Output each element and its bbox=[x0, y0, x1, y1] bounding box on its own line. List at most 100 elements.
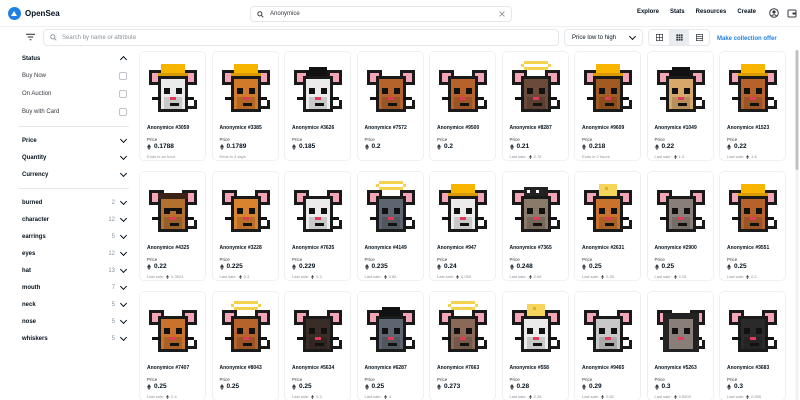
nft-card[interactable]: Anonymice #1523 Price 0.22 Last sale: 1.8 bbox=[719, 51, 786, 161]
nft-card[interactable]: Anonymice #6287 Price 0.25 Last sale: 4 bbox=[356, 291, 424, 400]
eth-icon bbox=[746, 274, 749, 279]
status-option-buy-with-card[interactable]: Buy with Card bbox=[18, 103, 129, 121]
sort-dropdown[interactable]: Price low to high bbox=[564, 29, 643, 46]
status-section-header[interactable]: Status bbox=[18, 50, 129, 67]
nft-card[interactable]: Anonymice #3059 Price 0.1788 Ends in an hou… bbox=[139, 51, 206, 161]
account-icon[interactable] bbox=[769, 8, 779, 18]
view-large-grid-button[interactable] bbox=[649, 30, 669, 45]
nft-card[interactable]: Anonymice #558 Price 0.28 Last sale: 0.28 bbox=[501, 291, 569, 400]
nft-card[interactable]: Anonymice #3626 Price 0.185 bbox=[284, 51, 351, 161]
nft-card[interactable]: Anonymice #7365 Price 0.248 Last sale: 0.65 bbox=[501, 171, 569, 281]
eth-icon bbox=[673, 154, 677, 159]
nft-card[interactable]: Anonymice #5263 Price 0.3 Last sale: 0.5909 bbox=[646, 291, 714, 400]
brand-logo[interactable]: OpenSea bbox=[8, 6, 60, 20]
price-value: 0.273 bbox=[444, 383, 461, 390]
trait-nose[interactable]: nose 5 bbox=[18, 313, 129, 330]
filter-toggle-icon[interactable] bbox=[26, 33, 35, 41]
nft-card[interactable]: Anonymice #9500 Price 0.2 bbox=[429, 51, 496, 161]
nft-image[interactable] bbox=[720, 172, 785, 242]
nft-image[interactable] bbox=[285, 172, 350, 242]
nft-image[interactable] bbox=[430, 292, 495, 362]
trait-hat[interactable]: hat 13 bbox=[18, 262, 129, 279]
make-collection-offer-button[interactable]: Make collection offer bbox=[717, 36, 777, 42]
nft-image[interactable] bbox=[575, 52, 640, 122]
price-section-header[interactable]: Price bbox=[18, 132, 129, 149]
nft-card[interactable]: Anonymice #9609 Price 0.218 Ends in 2 hours bbox=[574, 51, 641, 161]
nft-image[interactable] bbox=[357, 172, 423, 242]
nft-card[interactable]: Anonymice #947 Price 0.24 Last sale: 0.059 bbox=[429, 171, 496, 281]
nft-image[interactable] bbox=[212, 292, 278, 362]
nft-card[interactable]: Anonymice #7407 Price 0.25 Last sale: 0.4 bbox=[139, 291, 206, 400]
nft-card[interactable]: Anonymice #4325 Price 0.22 Last sale: 0.3924 bbox=[139, 171, 206, 281]
nft-image[interactable] bbox=[430, 52, 495, 122]
nft-card[interactable]: Anonymice #4149 Price 0.235 Last sale: 0.85 bbox=[356, 171, 424, 281]
nft-image[interactable] bbox=[212, 52, 278, 122]
checkbox[interactable] bbox=[119, 90, 127, 98]
scrollbar[interactable] bbox=[795, 50, 799, 400]
mouse-art bbox=[149, 64, 197, 112]
nav-stats[interactable]: Stats bbox=[670, 9, 685, 15]
nft-card[interactable]: Anonymice #7663 Price 0.273 bbox=[429, 291, 496, 400]
nft-image[interactable] bbox=[720, 52, 785, 122]
nft-card[interactable]: Anonymice #2900 Price 0.25 Last sale: 0.25 bbox=[646, 171, 714, 281]
nft-image[interactable] bbox=[647, 172, 713, 242]
trait-burned[interactable]: burned 2 bbox=[18, 194, 129, 211]
nft-image[interactable] bbox=[285, 292, 350, 362]
card-title: Anonymice #947 bbox=[437, 245, 477, 251]
nft-image[interactable] bbox=[502, 172, 568, 242]
quantity-section-header[interactable]: Quantity bbox=[18, 149, 129, 166]
wallet-icon[interactable] bbox=[787, 8, 797, 18]
nft-card[interactable]: Anonymice #8043 Price 0.25 bbox=[211, 291, 279, 400]
trait-eyes[interactable]: eyes 12 bbox=[18, 245, 129, 262]
nft-image[interactable] bbox=[502, 52, 568, 122]
currency-section-header[interactable]: Currency bbox=[18, 166, 129, 183]
nft-image[interactable] bbox=[285, 52, 350, 122]
nft-card[interactable]: Anonymice #2631 Price 0.25 Last sale: 0.35 bbox=[574, 171, 641, 281]
nft-image[interactable] bbox=[502, 292, 568, 362]
nft-image[interactable] bbox=[140, 292, 205, 362]
nft-image[interactable] bbox=[357, 52, 423, 122]
nft-image[interactable] bbox=[647, 52, 713, 122]
status-option-on-auction[interactable]: On Auction bbox=[18, 85, 129, 103]
trait-character[interactable]: character 12 bbox=[18, 211, 129, 228]
nft-image[interactable] bbox=[647, 292, 713, 362]
nft-card[interactable]: Anonymice #8287 Price 0.21 Last sale: 0.75 bbox=[501, 51, 569, 161]
nav-resources[interactable]: Resources bbox=[696, 9, 727, 15]
eth-icon bbox=[654, 263, 659, 270]
trait-neck[interactable]: neck 5 bbox=[18, 296, 129, 313]
nft-card[interactable]: Anonymice #9551 Price 0.25 Last sale: 0.2 bbox=[719, 171, 786, 281]
view-small-grid-button[interactable] bbox=[669, 30, 689, 45]
nft-image[interactable] bbox=[430, 172, 495, 242]
trait-mouth[interactable]: mouth 7 bbox=[18, 279, 129, 296]
nft-image[interactable] bbox=[357, 292, 423, 362]
status-option-buy-now[interactable]: Buy Now bbox=[18, 67, 129, 85]
card-price: 0.29 bbox=[582, 383, 602, 390]
global-search-input[interactable]: Anonymice bbox=[250, 6, 512, 22]
nft-card[interactable]: Anonymice #3683 Price 0.3 Last sale: 0.595 bbox=[719, 291, 786, 400]
nft-card[interactable]: Anonymice #1049 Price 0.22 Last sale: 1.4 bbox=[646, 51, 714, 161]
nft-image[interactable] bbox=[575, 292, 640, 362]
nft-image[interactable] bbox=[720, 292, 785, 362]
card-price: 0.25 bbox=[219, 383, 239, 390]
nft-card[interactable]: Anonymice #9465 Price 0.29 Last sale: 0.82 bbox=[574, 291, 641, 400]
nft-image[interactable] bbox=[575, 172, 640, 242]
nft-image[interactable] bbox=[212, 172, 278, 242]
nft-card[interactable]: Anonymice #5634 Price 0.25 Last sale: 0.3 bbox=[284, 291, 351, 400]
view-list-button[interactable] bbox=[689, 30, 709, 45]
nft-card[interactable]: Anonymice #7635 Price 0.229 Last sale: 0.3 bbox=[284, 171, 351, 281]
clear-search-icon[interactable] bbox=[499, 11, 505, 17]
nft-image[interactable] bbox=[140, 52, 205, 122]
nav-create[interactable]: Create bbox=[737, 9, 756, 15]
nft-card[interactable]: Anonymice #7572 Price 0.2 bbox=[356, 51, 424, 161]
trait-earrings[interactable]: earrings 5 bbox=[18, 228, 129, 245]
item-search-input[interactable]: Search by name or attribute bbox=[43, 29, 559, 46]
checkbox[interactable] bbox=[119, 72, 127, 80]
card-title: Anonymice #8287 bbox=[509, 125, 552, 131]
trait-whiskers[interactable]: whiskers 5 bbox=[18, 330, 129, 347]
nav-explore[interactable]: Explore bbox=[637, 9, 659, 15]
card-title: Anonymice #8043 bbox=[219, 365, 262, 371]
nft-image[interactable] bbox=[140, 172, 205, 242]
checkbox[interactable] bbox=[119, 108, 127, 116]
nft-card[interactable]: Anonymice #3385 Price 0.1789 Ends in 3 days bbox=[211, 51, 279, 161]
nft-card[interactable]: Anonymice #3228 Price 0.225 Last sale: 0.3 bbox=[211, 171, 279, 281]
